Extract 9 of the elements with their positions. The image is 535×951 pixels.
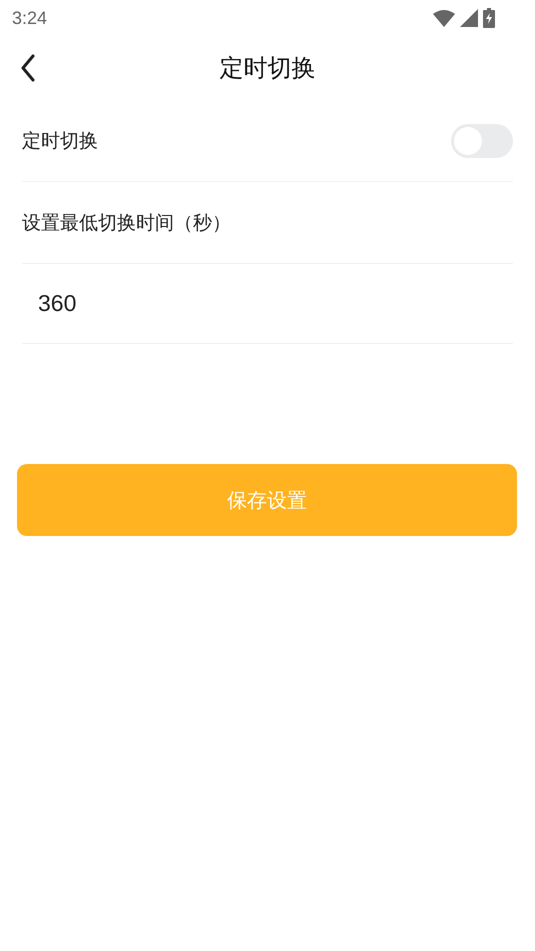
input-field[interactable]: 360	[22, 290, 238, 317]
setting-label: 定时切换	[22, 128, 98, 154]
status-time: 3:24	[12, 8, 48, 28]
battery-charging-icon	[483, 8, 495, 28]
signal-icon	[460, 9, 478, 27]
back-icon[interactable]	[20, 54, 36, 82]
wifi-icon	[433, 10, 455, 26]
setting-label: 设置最低切换时间（秒）	[22, 210, 231, 236]
page-title: 定时切换	[220, 53, 316, 84]
